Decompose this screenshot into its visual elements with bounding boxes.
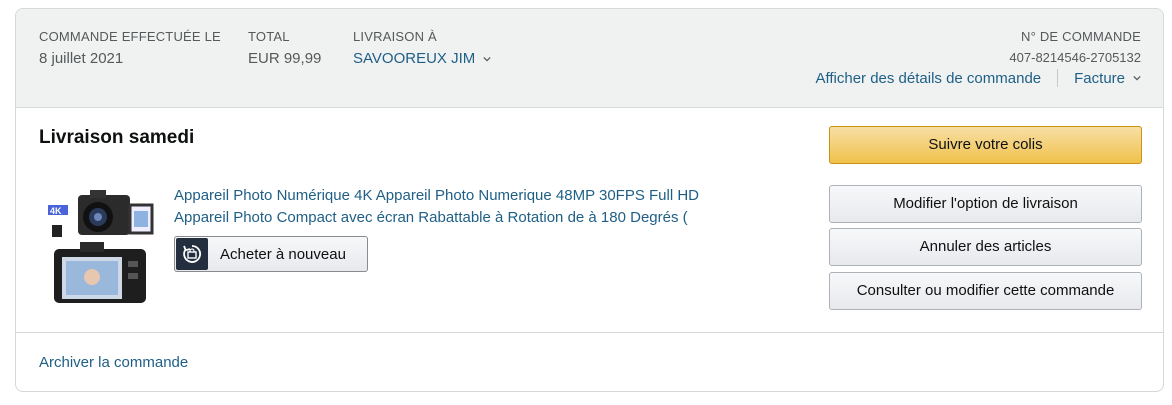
product-title-line-1[interactable]: Appareil Photo Numérique 4K Appareil Pho… — [174, 185, 774, 207]
buy-again-icon — [176, 238, 208, 270]
order-total-label: TOTAL — [248, 29, 290, 44]
product-title-link[interactable]: Appareil Photo Numérique 4K Appareil Pho… — [174, 185, 774, 229]
order-header: COMMANDE EFFECTUÉE LE 8 juillet 2021 TOT… — [16, 9, 1163, 108]
ship-to-label: LIVRAISON À — [353, 29, 437, 44]
order-date-value: 8 juillet 2021 — [39, 50, 124, 67]
ship-to-name[interactable]: SAVOOREUX JIM — [353, 48, 475, 70]
order-total-block: TOTAL EUR 99,99 — [248, 28, 321, 70]
ship-to-block: LIVRAISON À SAVOOREUX JIM — [353, 28, 491, 70]
track-package-button[interactable]: Suivre votre colis — [829, 126, 1142, 164]
links-divider — [1057, 69, 1059, 87]
order-details-link[interactable]: Afficher des détails de commande — [815, 70, 1041, 87]
order-card: COMMANDE EFFECTUÉE LE 8 juillet 2021 TOT… — [15, 8, 1164, 392]
cancel-items-button[interactable]: Annuler des articles — [829, 228, 1142, 266]
order-date-block: COMMANDE EFFECTUÉE LE 8 juillet 2021 — [39, 28, 221, 70]
order-footer: Archiver la commande — [16, 332, 1163, 391]
product-title-line-2[interactable]: Appareil Photo Compact avec écran Rabatt… — [174, 207, 774, 229]
view-edit-order-button[interactable]: Consulter ou modifier cette commande — [829, 272, 1142, 310]
ship-to-dropdown[interactable]: SAVOOREUX JIM — [353, 48, 491, 70]
order-number-label: N° DE COMMANDE — [1021, 29, 1141, 44]
svg-text:4K: 4K — [50, 206, 62, 216]
chevron-down-icon — [483, 56, 491, 62]
order-links: Afficher des détails de commande Facture — [815, 69, 1141, 87]
order-date-label: COMMANDE EFFECTUÉE LE — [39, 29, 221, 44]
buy-again-button[interactable]: Acheter à nouveau — [174, 236, 368, 272]
buy-again-label[interactable]: Acheter à nouveau — [220, 246, 346, 263]
order-total-value: EUR 99,99 — [248, 50, 322, 67]
order-number-value: 407-8214546-2705132 — [1009, 50, 1141, 65]
product-image[interactable]: 4K — [46, 187, 158, 305]
delivery-status-title: Livraison samedi — [39, 127, 195, 148]
order-number-block: N° DE COMMANDE 407-8214546-2705132 — [1009, 28, 1141, 67]
invoice-link[interactable]: Facture — [1074, 70, 1125, 87]
change-delivery-button[interactable]: Modifier l'option de livraison — [829, 185, 1142, 223]
invoice-dropdown[interactable]: Facture — [1074, 70, 1141, 87]
archive-order-link[interactable]: Archiver la commande — [39, 354, 188, 371]
chevron-down-icon — [1133, 75, 1141, 81]
